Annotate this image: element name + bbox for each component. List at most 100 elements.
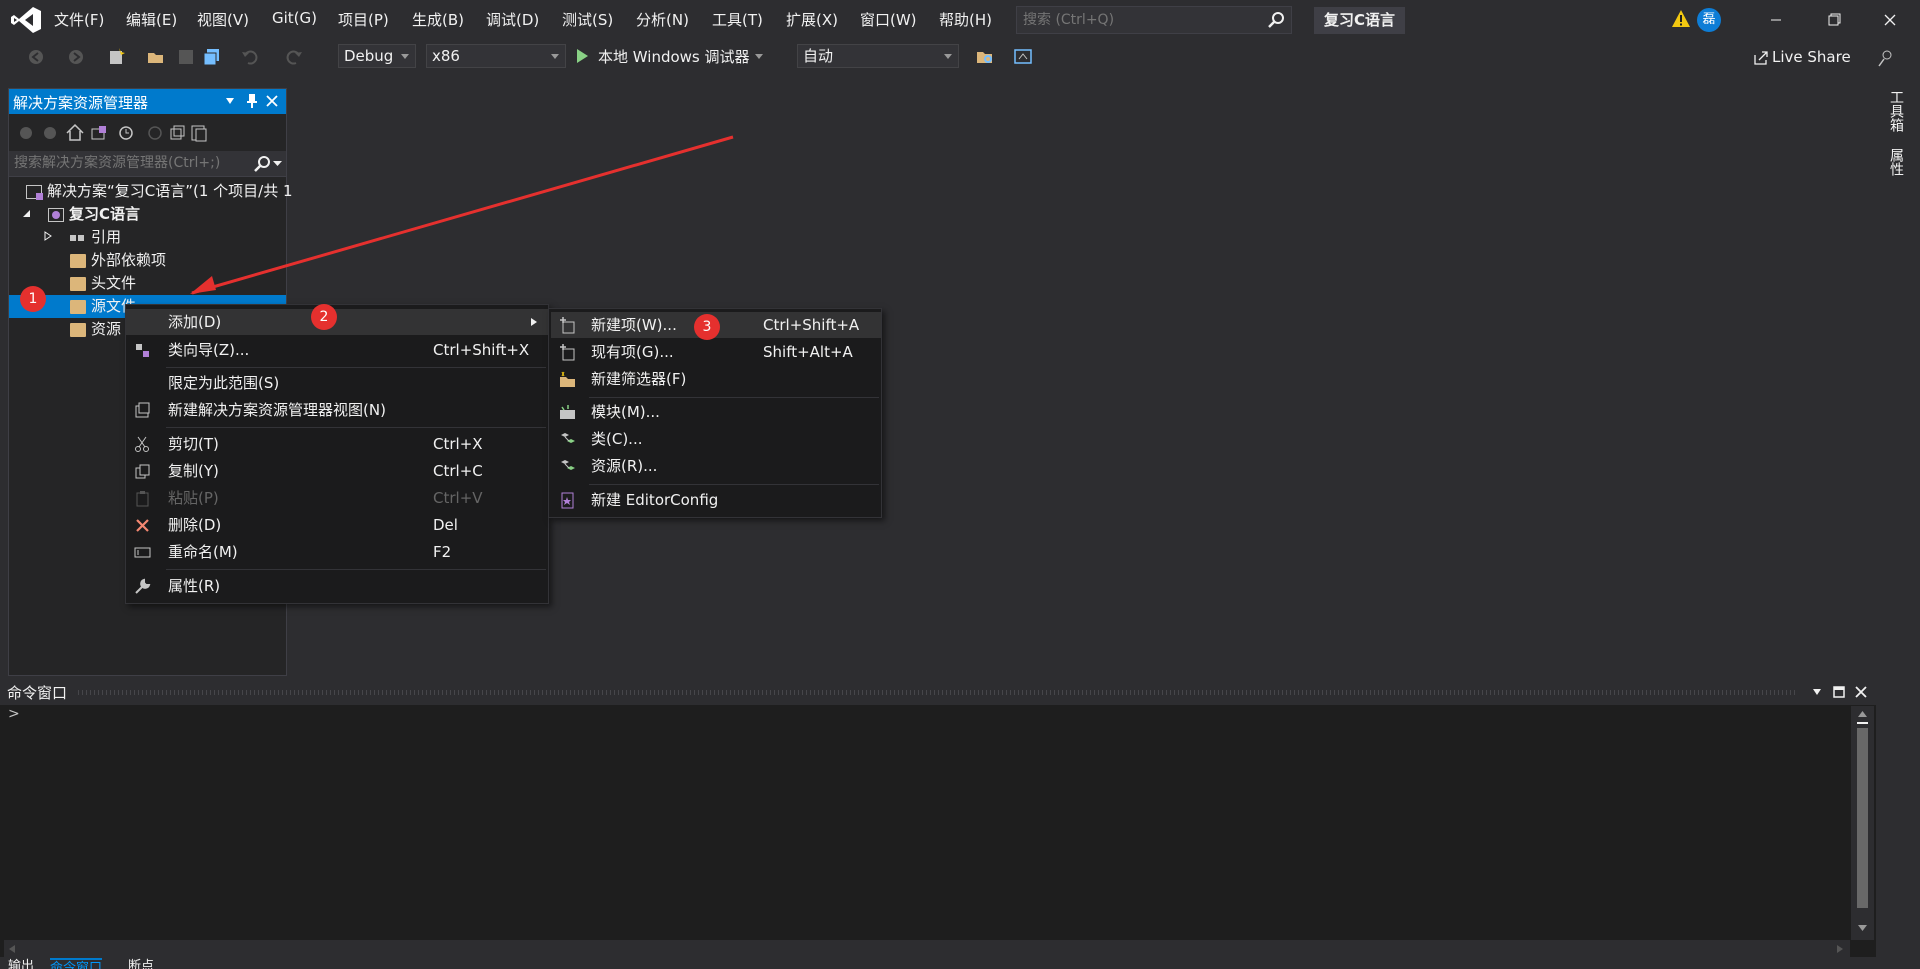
scroll-up-icon[interactable] <box>1857 710 1868 718</box>
menu-extensions[interactable]: 扩展(X) <box>786 9 838 30</box>
menu-build[interactable]: 生成(B) <box>412 9 464 30</box>
tree-item-header-files[interactable]: 头文件 <box>70 272 136 295</box>
command-window-body[interactable]: > <box>4 706 1850 940</box>
expanded-arrow-icon[interactable] <box>22 209 31 218</box>
tab-output[interactable]: 输出 <box>8 958 34 969</box>
back-icon[interactable] <box>17 124 35 142</box>
start-debugging-button[interactable]: 本地 Windows 调试器 <box>598 46 750 67</box>
warning-icon[interactable] <box>1671 9 1691 29</box>
toolbox-tab[interactable]: 工具箱 <box>1886 90 1906 132</box>
pin-icon[interactable] <box>245 93 259 109</box>
save-all-icon[interactable] <box>202 47 222 67</box>
tab-command-window[interactable]: 命令窗口 <box>50 958 103 969</box>
maximize-icon[interactable] <box>1832 685 1846 699</box>
minimize-icon[interactable] <box>1756 6 1796 34</box>
menu-item-class-wizard[interactable]: 类向导(Z)... Ctrl+Shift+X <box>126 337 548 363</box>
solution-explorer-search[interactable] <box>9 151 286 177</box>
collapse-all-icon[interactable] <box>167 123 187 143</box>
search-icon[interactable] <box>1267 11 1285 29</box>
menu-item-resource[interactable]: 资源(R)... <box>551 453 881 479</box>
tab-breakpoints[interactable]: 断点 <box>128 958 154 969</box>
collapsed-arrow-icon[interactable] <box>44 231 52 241</box>
global-search[interactable] <box>1016 6 1292 34</box>
live-share-button[interactable]: Live Share <box>1772 48 1851 66</box>
menu-debug[interactable]: 调试(D) <box>486 9 539 30</box>
scroll-left-icon[interactable] <box>8 944 16 954</box>
menu-item-class-label: 类(C)... <box>591 430 643 448</box>
menu-item-existing-item[interactable]: 现有项(G)... Shift+Alt+A <box>551 339 881 365</box>
new-project-icon[interactable] <box>106 47 126 67</box>
sync-icon[interactable] <box>145 123 165 143</box>
tree-item-resource-files[interactable]: 资源 <box>70 318 121 341</box>
search-icon[interactable] <box>253 155 271 173</box>
scroll-right-icon[interactable] <box>1836 944 1844 954</box>
close-panel-icon[interactable] <box>1854 685 1868 699</box>
menu-file[interactable]: 文件(F) <box>54 9 104 30</box>
tree-item-external-dependencies[interactable]: 外部依赖项 <box>70 249 166 272</box>
horizontal-scrollbar[interactable] <box>4 940 1850 957</box>
menu-window[interactable]: 窗口(W) <box>860 9 917 30</box>
tree-item-references[interactable]: 引用 <box>70 226 121 249</box>
tree-item-project[interactable]: 复习C语言 <box>48 203 140 226</box>
switch-views-icon[interactable] <box>89 123 109 143</box>
navigate-forward-icon[interactable] <box>66 47 86 67</box>
close-window-icon[interactable] <box>1870 6 1910 34</box>
solution-explorer-search-input[interactable] <box>9 151 244 175</box>
debugger-dropdown-icon[interactable] <box>754 52 764 60</box>
tree-item-solution[interactable]: 解决方案“复习C语言”(1 个项目/共 1 <box>26 180 293 203</box>
menu-item-copy[interactable]: 复制(Y) Ctrl+C <box>126 458 548 484</box>
properties-tab[interactable]: 属性 <box>1886 148 1906 176</box>
menu-item-properties[interactable]: 属性(R) <box>126 573 548 599</box>
visual-studio-logo-icon[interactable] <box>10 6 42 34</box>
browser-link-icon[interactable] <box>1013 47 1033 67</box>
menu-tools[interactable]: 工具(T) <box>712 9 763 30</box>
find-in-files-icon[interactable] <box>975 47 995 67</box>
solution-platform-combo[interactable]: x86 <box>426 44 566 68</box>
menu-git[interactable]: Git(G) <box>272 9 317 27</box>
window-position-dropdown-icon[interactable] <box>1812 688 1822 696</box>
feedback-icon[interactable] <box>1876 48 1896 68</box>
menu-item-new-solution-explorer-view[interactable]: 新建解决方案资源管理器视图(N) <box>126 397 548 423</box>
redo-icon[interactable] <box>284 47 304 67</box>
menu-help[interactable]: 帮助(H) <box>939 9 992 30</box>
menu-item-scope-to-this[interactable]: 限定为此范围(S) <box>126 370 548 396</box>
menu-analyze[interactable]: 分析(N) <box>636 9 689 30</box>
auto-combo[interactable]: 自动 <box>797 44 959 68</box>
menu-item-paste[interactable]: 粘贴(P) Ctrl+V <box>126 485 548 511</box>
restore-icon[interactable] <box>1814 6 1854 34</box>
open-file-icon[interactable] <box>146 47 166 67</box>
menu-item-new-filter[interactable]: 新建筛选器(F) <box>551 366 881 392</box>
scroll-down-icon[interactable] <box>1857 924 1868 932</box>
start-debugging-icon[interactable] <box>574 48 590 64</box>
vertical-scrollbar[interactable] <box>1851 706 1874 940</box>
solution-configuration-combo[interactable]: Debug <box>338 44 416 68</box>
command-window-header[interactable]: 命令窗口 <box>0 679 1876 705</box>
menu-edit[interactable]: 编辑(E) <box>126 9 177 30</box>
global-search-input[interactable] <box>1017 7 1257 33</box>
user-avatar[interactable]: 磊 <box>1697 8 1721 32</box>
search-options-dropdown-icon[interactable] <box>273 160 282 167</box>
live-share-icon[interactable] <box>1752 49 1770 67</box>
forward-icon[interactable] <box>41 124 59 142</box>
menu-item-module[interactable]: 模块(M)... <box>551 399 881 425</box>
menu-test[interactable]: 测试(S) <box>562 9 613 30</box>
home-icon[interactable] <box>65 123 85 143</box>
show-all-files-icon[interactable] <box>189 123 209 143</box>
menu-item-new-view-label: 新建解决方案资源管理器视图(N) <box>168 401 386 419</box>
menu-view[interactable]: 视图(V) <box>197 9 249 30</box>
navigate-back-icon[interactable] <box>26 47 46 67</box>
menu-project[interactable]: 项目(P) <box>338 9 389 30</box>
undo-icon[interactable] <box>240 47 260 67</box>
scrollbar-thumb[interactable] <box>1857 728 1868 908</box>
close-panel-icon[interactable] <box>265 94 279 108</box>
window-position-dropdown-icon[interactable] <box>225 97 235 105</box>
menu-item-rename[interactable]: 重命名(M) F2 <box>126 539 548 565</box>
solution-explorer-header[interactable]: 解决方案资源管理器 <box>9 89 286 114</box>
menu-item-delete[interactable]: 删除(D) Del <box>126 512 548 538</box>
menu-item-new-editorconfig[interactable]: 新建 EditorConfig <box>551 487 881 513</box>
save-icon[interactable] <box>176 47 196 67</box>
menu-item-class[interactable]: 类(C)... <box>551 426 881 452</box>
menu-item-add[interactable]: 添加(D) <box>126 309 548 335</box>
pending-changes-filter-icon[interactable] <box>117 123 137 143</box>
menu-item-cut[interactable]: 剪切(T) Ctrl+X <box>126 431 548 457</box>
